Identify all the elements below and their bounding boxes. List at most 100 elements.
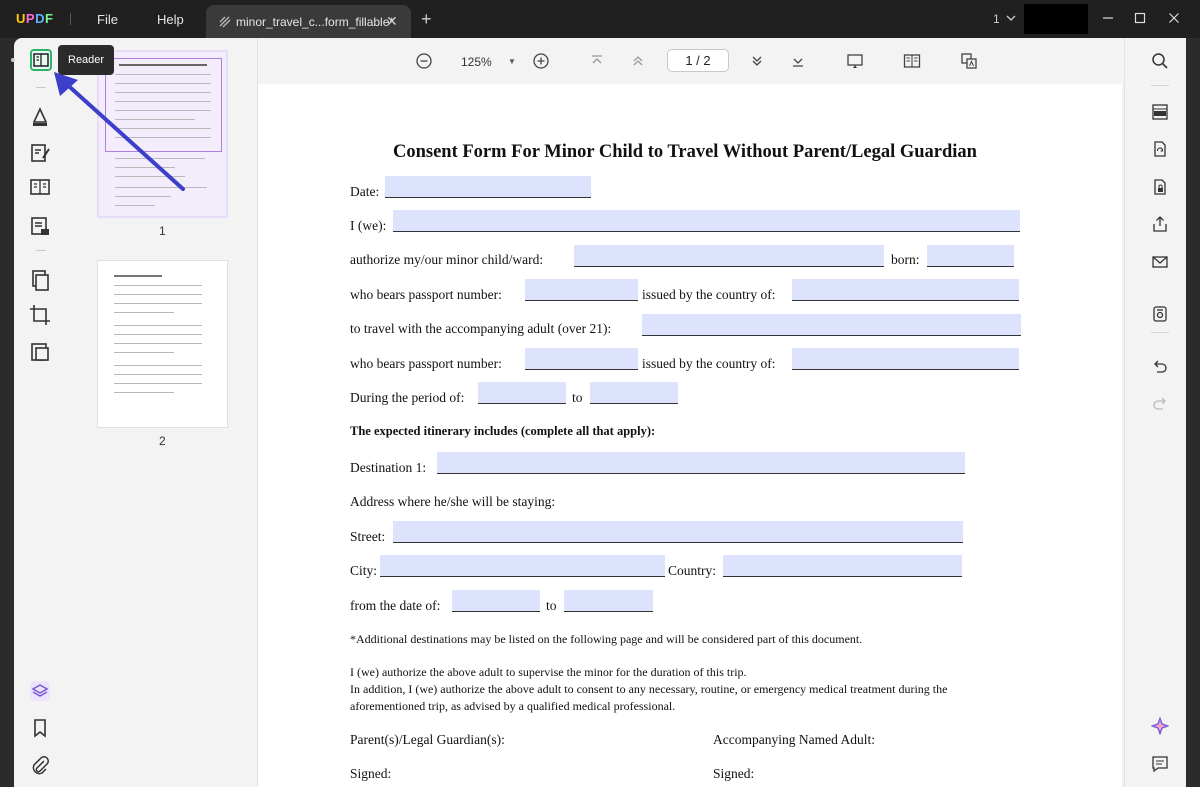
last-page-icon[interactable] [789,52,807,70]
zoom-dropdown-icon[interactable]: ▼ [508,57,516,66]
edit-pdf-icon[interactable] [28,141,52,165]
child-country-field[interactable] [792,279,1019,301]
mini-line [114,325,202,326]
authorize-text: In addition, I (we) authorize the above … [350,682,948,696]
signed-label: Signed: [713,766,755,781]
presentation-icon[interactable] [846,52,864,70]
street-label: Street: [350,529,386,544]
translate-icon[interactable] [960,52,978,70]
mini-line [114,294,202,295]
prev-page-icon[interactable] [629,52,647,70]
date-field[interactable] [385,176,591,198]
minimize-button[interactable] [1100,10,1116,26]
page-thumbnail-1[interactable] [97,50,228,218]
from-date-field[interactable] [452,590,540,612]
zoom-in-icon[interactable] [532,52,550,70]
document-viewport[interactable]: Consent Form For Minor Child to Travel W… [258,84,1124,787]
email-icon[interactable] [1151,253,1169,271]
country-field[interactable] [723,555,962,577]
period-start-field[interactable] [478,382,566,404]
mini-line [115,119,195,120]
mini-line [114,374,202,375]
city-field[interactable] [380,555,665,577]
child-name-field[interactable] [574,245,884,267]
document-tab[interactable]: minor_travel_c...form_fillable* ✕ [206,5,411,38]
mini-line [115,128,211,129]
i-we-label: I (we): [350,218,387,233]
document-title: Consent Form For Minor Child to Travel W… [393,142,977,162]
born-field[interactable] [927,245,1014,267]
crop-icon[interactable] [28,303,52,327]
itinerary-heading: The expected itinerary includes (complet… [350,424,656,438]
redacted-area [1024,4,1088,34]
two-page-view-icon[interactable] [903,52,921,70]
adult-name-field[interactable] [642,314,1021,336]
adult-passport-field[interactable] [525,348,638,370]
convert-icon[interactable] [28,268,52,292]
mini-line [115,101,211,102]
page-number-input[interactable]: 1 / 2 [667,49,729,72]
tab-close-button[interactable]: ✕ [386,13,398,30]
destination-field[interactable] [437,452,965,474]
mini-line [114,285,202,286]
mini-line [115,205,155,206]
additional-note: *Additional destinations may be listed o… [350,632,863,646]
to-label: to [546,598,557,613]
travel-with-label: to travel with the accompanying adult (o… [350,321,612,336]
authorize-text: I (we) authorize the above adult to supe… [350,665,747,679]
divider [70,13,71,25]
maximize-button[interactable] [1132,10,1148,26]
menu-help[interactable]: Help [157,12,184,27]
search-icon[interactable] [1151,52,1169,70]
divider [36,250,46,251]
menu-file[interactable]: File [97,12,118,27]
adult-label: Accompanying Named Adult: [713,732,875,747]
mini-line [114,352,174,353]
undo-icon[interactable] [1151,358,1169,376]
document-icon [219,16,231,28]
attachment-icon[interactable] [28,754,52,778]
save-icon[interactable] [1151,305,1169,323]
bookmark-icon[interactable] [28,716,52,740]
chevron-down-icon[interactable] [1005,12,1017,24]
fill-sign-icon[interactable] [28,214,52,238]
share-icon[interactable] [1151,215,1169,233]
comment-panel-icon[interactable] [1151,755,1169,773]
new-tab-button[interactable]: + [421,9,432,30]
organize-icon[interactable] [28,175,52,199]
mini-line [114,303,202,304]
mini-line [114,334,202,335]
adult-country-field[interactable] [792,348,1019,370]
close-window-button[interactable] [1166,10,1182,26]
mini-line [115,110,211,111]
reader-button[interactable] [30,49,52,71]
ocr-icon[interactable] [1151,103,1169,121]
mini-line [115,187,207,188]
period-end-field[interactable] [590,382,678,404]
window-count[interactable]: 1 [993,12,1000,26]
zoom-level[interactable]: 125% [461,55,492,69]
born-label: born: [891,252,920,267]
redo-icon[interactable] [1151,395,1169,413]
compress-icon[interactable] [28,340,52,364]
issued-label: issued by the country of: [642,287,776,302]
comment-icon[interactable] [28,104,52,128]
ai-assistant-icon[interactable] [1151,717,1169,735]
to-date-field[interactable] [564,590,653,612]
next-page-icon[interactable] [748,52,766,70]
window-edge [1186,38,1200,787]
first-page-icon[interactable] [588,52,606,70]
to-label: to [572,390,583,405]
child-passport-field[interactable] [525,279,638,301]
authorize-label: authorize my/our minor child/ward: [350,252,544,267]
page-thumbnail-2[interactable] [97,260,228,428]
street-field[interactable] [393,521,963,543]
zoom-out-icon[interactable] [415,52,433,70]
layers-icon[interactable] [28,679,52,703]
convert-icon[interactable] [1151,140,1169,158]
tab-label: minor_travel_c...form_fillable* [236,15,395,29]
guardian-names-field[interactable] [393,210,1020,232]
destination-label: Destination 1: [350,460,427,475]
protect-icon[interactable] [1151,178,1169,196]
parents-label: Parent(s)/Legal Guardian(s): [350,732,505,747]
